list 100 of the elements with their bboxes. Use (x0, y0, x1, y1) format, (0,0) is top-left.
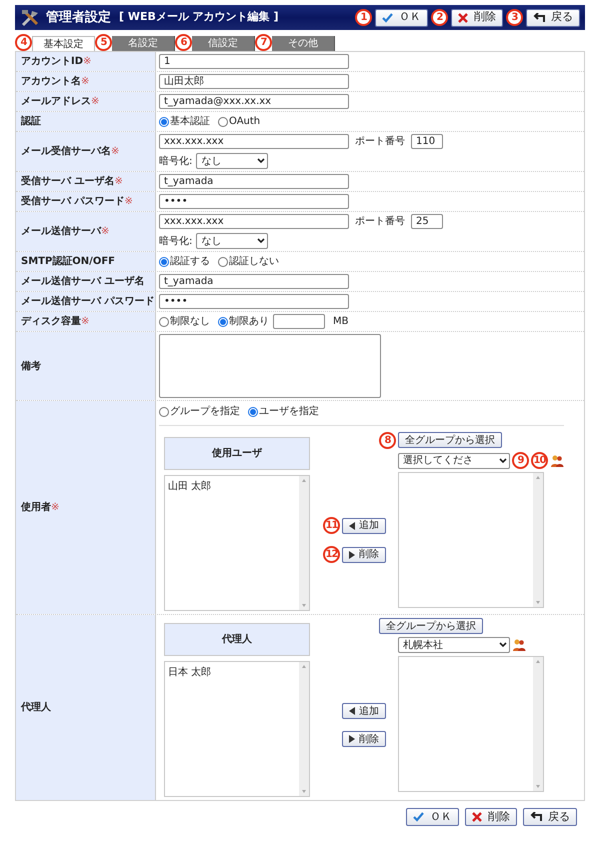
radio-button[interactable] (218, 316, 228, 326)
radio-button[interactable] (218, 116, 228, 126)
input-field[interactable]: t_yamada (159, 274, 349, 289)
number-marker: 3 (506, 9, 523, 26)
radio-label: 認証しない (229, 254, 279, 269)
input-field[interactable]: 25 (411, 214, 443, 229)
remove-button[interactable]: 削除 (342, 731, 386, 747)
select-field[interactable]: なし (196, 233, 268, 249)
radio-button[interactable] (159, 116, 169, 126)
scrollbar[interactable] (533, 473, 543, 607)
field-label: ディスク容量※ (16, 312, 156, 331)
back-button[interactable]: 戻る (523, 808, 577, 826)
field-label: メール送信サーバ ユーザ名 (16, 272, 156, 291)
scrollbar[interactable] (533, 657, 543, 791)
number-marker: 1 (355, 9, 372, 26)
chevron-down-icon (499, 642, 507, 648)
page-title: 管理者設定 (46, 8, 111, 27)
field-label: 認証 (16, 112, 156, 131)
number-marker: 11 (323, 517, 340, 534)
number-marker: 10 (531, 452, 548, 469)
port-label: ポート番号 (355, 134, 405, 149)
page-subtitle: [ WEBメール アカウント編集 ] (119, 9, 279, 26)
radio-label: 認証する (170, 254, 210, 269)
ok-button[interactable]: ＯＫ (375, 8, 428, 26)
group-select-button[interactable]: 全グループから選択 (379, 618, 483, 634)
back-button[interactable]: 戻る (526, 8, 580, 26)
select-field[interactable]: 選択してくださ (398, 452, 510, 468)
radio-label: 基本認証 (170, 114, 210, 129)
text-area[interactable] (159, 334, 381, 398)
scrollbar[interactable] (299, 476, 309, 610)
radio-button[interactable] (159, 316, 169, 326)
radio-label: グループを指定 (170, 404, 240, 419)
delete-button[interactable]: 削除 (451, 8, 503, 26)
radio-label: OAuth (229, 115, 260, 129)
field-label: 使用者※ (16, 401, 156, 614)
field-label: メール受信サーバ名※ (16, 132, 156, 171)
list-item[interactable]: 山田 太郎 (168, 479, 296, 494)
check-icon (413, 812, 424, 822)
number-marker: 7 (255, 34, 272, 51)
input-field[interactable]: xxx.xxx.xxx (159, 214, 349, 229)
close-icon (472, 812, 482, 822)
field-label: アカウントID※ (16, 52, 156, 71)
unit-label: MB (333, 315, 348, 329)
radio-label: 制限なし (170, 314, 210, 329)
input-field[interactable]: t_yamada (159, 174, 349, 189)
check-icon (382, 12, 393, 22)
encryption-label: 暗号化: (159, 234, 192, 248)
return-arrow-icon (533, 12, 545, 22)
people-icon[interactable] (550, 454, 564, 468)
list-item[interactable]: 日本 太郎 (168, 665, 296, 680)
tab[interactable]: その他 (272, 36, 335, 51)
number-marker: 9 (512, 452, 529, 469)
port-label: ポート番号 (355, 214, 405, 229)
field-label: メール送信サーバ※ (16, 212, 156, 251)
field-label: アカウント名※ (16, 72, 156, 91)
ok-button[interactable]: ＯＫ (406, 808, 459, 826)
input-field[interactable]: t_yamada@xxx.xx.xx (159, 94, 349, 109)
close-icon (458, 12, 468, 22)
radio-button[interactable] (159, 406, 169, 416)
field-label: SMTP認証ON/OFF (16, 252, 156, 271)
number-marker: 2 (431, 9, 448, 26)
delete-button[interactable]: 削除 (465, 808, 517, 826)
remove-button[interactable]: 削除 (342, 546, 386, 562)
tab[interactable]: 基本設定 (32, 36, 95, 51)
input-field[interactable]: •••• (159, 194, 349, 209)
list-header: 代理人 (164, 623, 310, 656)
chevron-down-icon (257, 238, 266, 244)
people-icon[interactable] (512, 638, 526, 652)
scrollbar[interactable] (299, 662, 309, 796)
number-marker: 4 (15, 34, 32, 51)
input-field[interactable]: 1 (159, 54, 349, 69)
input-field[interactable]: xxx.xxx.xxx (159, 134, 349, 149)
tab[interactable]: 信設定 (192, 36, 255, 51)
number-marker: 5 (95, 34, 112, 51)
add-button[interactable]: 追加 (342, 703, 386, 719)
number-marker: 12 (323, 546, 340, 563)
radio-label: ユーザを指定 (259, 404, 319, 419)
number-marker: 8 (379, 432, 396, 449)
radio-button[interactable] (159, 256, 169, 266)
select-field[interactable]: なし (196, 153, 268, 169)
return-arrow-icon (530, 812, 542, 822)
list-box[interactable]: 山田 太郎 (164, 475, 310, 611)
radio-label: 制限あり (229, 314, 269, 329)
number-marker: 6 (175, 34, 192, 51)
radio-button[interactable] (218, 256, 228, 266)
tab[interactable]: 名設定 (112, 36, 175, 51)
radio-button[interactable] (248, 406, 258, 416)
add-button[interactable]: 追加 (342, 518, 386, 534)
chevron-down-icon (257, 158, 266, 164)
list-box[interactable]: 日本 太郎 (164, 661, 310, 797)
input-field[interactable]: 山田太郎 (159, 74, 349, 89)
field-label: 受信サーバ ユーザ名※ (16, 172, 156, 191)
input-field[interactable] (273, 314, 325, 329)
select-field[interactable]: 札幌本社 (398, 637, 510, 653)
encryption-label: 暗号化: (159, 154, 192, 168)
input-field[interactable]: •••• (159, 294, 349, 309)
field-label: メールアドレス※ (16, 92, 156, 111)
field-label: 代理人 (16, 615, 156, 800)
group-select-button[interactable]: 全グループから選択 (398, 432, 502, 448)
input-field[interactable]: 110 (411, 134, 443, 149)
